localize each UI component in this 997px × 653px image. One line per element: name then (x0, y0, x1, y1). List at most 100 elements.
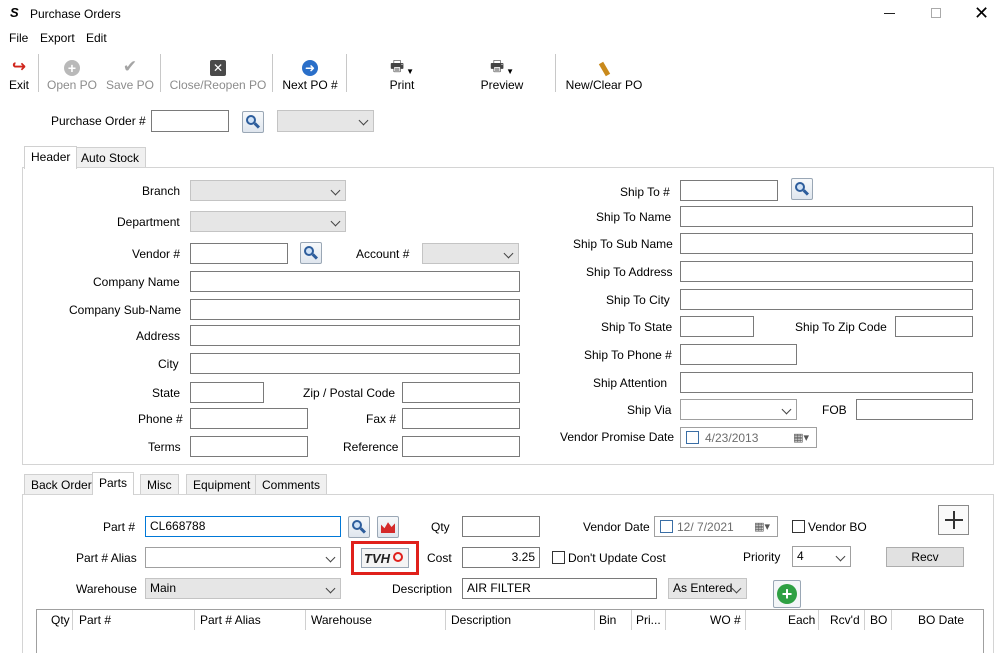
grid-col-priority[interactable]: Pri... (636, 613, 661, 627)
tab-misc[interactable]: Misc (140, 474, 179, 495)
city-input[interactable] (190, 353, 520, 374)
tab-back-order[interactable]: Back Order (24, 474, 99, 495)
preview-icon: 🖶 ▼ (489, 58, 515, 76)
priority-select[interactable]: 4 (792, 546, 851, 567)
dont-update-cost-checkbox[interactable] (552, 551, 565, 564)
ship-to-zip-input[interactable] (895, 316, 973, 337)
qty-input[interactable] (462, 516, 540, 537)
ship-attention-input[interactable] (680, 372, 973, 393)
calendar-dropdown-icon[interactable]: ▦▾ (754, 520, 770, 533)
po-select[interactable] (277, 110, 374, 132)
minimize-icon[interactable] (884, 13, 895, 14)
new-clear-po-button[interactable]: New/Clear PO (562, 54, 646, 92)
ship-to-address-input[interactable] (680, 261, 973, 282)
close-box-icon: ✕ (168, 54, 268, 76)
part-alias-select[interactable] (145, 547, 341, 568)
close-icon[interactable]: ✕ (974, 3, 989, 24)
preview-button[interactable]: 🖶 ▼ Preview (474, 54, 530, 92)
cost-input[interactable]: 3.25 (462, 547, 540, 568)
phone-input[interactable] (190, 408, 308, 429)
next-po-button[interactable]: ➜ Next PO # (280, 54, 340, 92)
close-reopen-po-button[interactable]: ✕ Close/Reopen PO (168, 54, 268, 92)
vendor-date-checkbox[interactable] (660, 520, 673, 533)
tab-comments[interactable]: Comments (255, 474, 328, 495)
ship-to-city-input[interactable] (680, 289, 973, 310)
grid-col-description[interactable]: Description (451, 613, 511, 627)
ship-to-name-input[interactable] (680, 206, 973, 227)
grid-col-bin[interactable]: Bin (599, 613, 616, 627)
address-input[interactable] (190, 325, 520, 346)
grid-col-each[interactable]: Each (788, 613, 815, 627)
menu-file[interactable]: File (9, 31, 28, 45)
expand-panel-button[interactable] (938, 505, 969, 535)
entry-mode-select[interactable]: As Entered (668, 578, 747, 599)
add-part-button[interactable]: + (773, 580, 801, 608)
tab-parts[interactable]: Parts (92, 472, 135, 495)
company-name-input[interactable] (190, 271, 520, 292)
grid-col-warehouse[interactable]: Warehouse (311, 613, 372, 627)
ship-to-sub-name-input[interactable] (680, 233, 973, 254)
cost-label: Cost (427, 551, 452, 565)
next-po-label: Next PO # (282, 78, 338, 92)
fob-label: FOB (822, 403, 847, 417)
zip-input[interactable] (402, 382, 520, 403)
vendor-date-picker[interactable]: 12/ 7/2021 ▦▾ (654, 516, 778, 537)
vendor-promise-date-checkbox[interactable] (686, 431, 699, 444)
tab-header[interactable]: Header (24, 146, 78, 169)
menu-edit[interactable]: Edit (86, 31, 107, 45)
grid-col-wo[interactable]: WO # (710, 613, 741, 627)
grid-col-part[interactable]: Part # (79, 613, 111, 627)
vendor-input[interactable] (190, 243, 288, 264)
search-icon (304, 246, 319, 260)
po-search-button[interactable] (242, 111, 264, 133)
vendor-bo-checkbox[interactable] (792, 520, 805, 533)
ship-to-input[interactable] (680, 180, 778, 201)
account-select[interactable] (422, 243, 519, 264)
menu-export[interactable]: Export (40, 31, 75, 45)
state-input[interactable] (190, 382, 264, 403)
grid-col-qty[interactable]: Qty (51, 613, 70, 627)
ship-attention-label: Ship Attention (593, 376, 668, 390)
ship-via-select[interactable] (680, 399, 797, 420)
exit-icon: ↪ (11, 57, 27, 76)
tab-auto-stock[interactable]: Auto Stock (74, 147, 147, 168)
tab-equipment[interactable]: Equipment (186, 474, 258, 495)
exit-button[interactable]: ↪ Exit (4, 54, 34, 93)
save-po-button[interactable]: ✔ Save PO (104, 54, 156, 93)
ship-to-state-input[interactable] (680, 316, 754, 337)
priority-label: Priority (743, 550, 781, 564)
warehouse-select[interactable]: Main (145, 578, 341, 599)
grid-col-rcvd[interactable]: Rcv'd (830, 613, 860, 627)
company-sub-name-input[interactable] (190, 299, 520, 320)
part-search-button[interactable] (348, 516, 370, 538)
part-input[interactable]: CL668788 (145, 516, 341, 537)
calendar-dropdown-icon[interactable]: ▦▾ (793, 431, 809, 444)
maximize-icon[interactable] (931, 8, 941, 18)
department-select[interactable] (190, 211, 346, 232)
city-label: City (158, 357, 179, 371)
fob-input[interactable] (856, 399, 973, 420)
print-button[interactable]: 🖶 ▼ Print (376, 54, 428, 92)
description-input[interactable]: AIR FILTER (462, 578, 657, 599)
tvh-lookup-button[interactable]: TVH (361, 548, 409, 568)
ship-to-search-button[interactable] (791, 178, 813, 200)
recv-button[interactable]: Recv (886, 547, 964, 567)
purchase-order-input[interactable] (151, 110, 229, 132)
fax-input[interactable] (402, 408, 520, 429)
vendor-promise-date-picker[interactable]: 4/23/2013 ▦▾ (680, 427, 817, 448)
phone-label: Phone # (138, 412, 183, 426)
terms-input[interactable] (190, 436, 308, 457)
grid-col-bo-date[interactable]: BO Date (918, 613, 964, 627)
reference-input[interactable] (402, 436, 520, 457)
vendor-search-button[interactable] (300, 242, 322, 264)
open-po-button[interactable]: + Open PO (44, 54, 100, 92)
printer-icon: 🖶 ▼ (389, 58, 415, 76)
grid-col-bo[interactable]: BO (870, 613, 887, 627)
branch-select[interactable] (190, 180, 346, 201)
exit-label: Exit (8, 78, 29, 92)
arrow-right-circle-icon: ➜ (280, 54, 340, 76)
grid-col-part-alias[interactable]: Part # Alias (200, 613, 261, 627)
open-po-label: Open PO (46, 78, 98, 92)
ship-to-phone-input[interactable] (680, 344, 797, 365)
part-history-button[interactable] (377, 516, 399, 538)
